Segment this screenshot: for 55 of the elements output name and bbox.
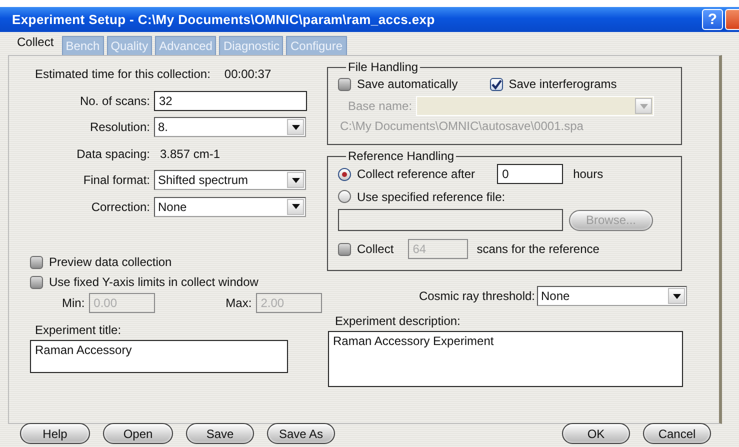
group-title: File Handling <box>347 60 420 74</box>
tab[interactable]: Collect <box>12 33 59 55</box>
field-label: Correction: <box>90 200 151 214</box>
caret-icon <box>292 178 300 183</box>
checkbox[interactable] <box>30 276 43 288</box>
caret-icon <box>292 124 300 130</box>
dialog-button[interactable]: Help <box>20 423 90 444</box>
caret-icon <box>292 204 300 210</box>
file-path: C:\My Documents\OMNIC\autosave\0001.spa <box>339 119 584 133</box>
radio-label: Collect reference after <box>357 167 476 181</box>
checkbox-label: Preview data collection <box>49 255 172 269</box>
input-field[interactable]: 32 <box>154 90 307 111</box>
field-label: scans for the reference <box>476 242 600 256</box>
checkbox[interactable] <box>490 78 503 90</box>
field-label: Min: <box>62 296 85 310</box>
estimate-label: Estimated time for this collection: <box>35 67 210 82</box>
dropdown[interactable]: None <box>537 286 687 306</box>
caret-icon <box>640 104 648 108</box>
checkbox-label: Save interferograms <box>508 77 617 91</box>
radio-button[interactable] <box>338 190 351 203</box>
field-label: Final format: <box>82 173 151 188</box>
field-label: Max: <box>226 296 252 310</box>
dialog-button[interactable]: Save <box>186 423 254 444</box>
unit-label: hours <box>573 167 604 181</box>
field-label: Cosmic ray threshold: <box>418 289 535 303</box>
dialog-button[interactable]: Cancel <box>643 423 711 444</box>
radio-button[interactable] <box>338 168 351 180</box>
checkbox-label: Save automatically <box>357 77 458 91</box>
field-label: Experiment title: <box>35 323 122 337</box>
dropdown[interactable]: Shifted spectrum <box>154 170 306 190</box>
checkbox-label: Use fixed Y-axis limits in collect window <box>49 275 258 289</box>
text-area[interactable]: Raman Accessory Experiment <box>328 331 683 387</box>
input-field[interactable]: 0 <box>497 164 564 184</box>
field-label: No. of scans: <box>78 94 151 108</box>
dialog-button[interactable]: OK <box>562 423 630 444</box>
estimate-value: 00:00:37 <box>224 67 272 82</box>
field-label: Data spacing: <box>76 146 151 161</box>
caret-icon <box>672 294 680 298</box>
help-button[interactable]: ? <box>702 9 723 30</box>
dialog-button[interactable]: Open <box>103 423 173 444</box>
field-value: 3.857 cm-1 <box>160 146 220 161</box>
close-button[interactable] <box>725 9 739 30</box>
group-title: Reference Handling <box>347 149 456 163</box>
dropdown[interactable]: None <box>154 196 306 217</box>
dialog-button[interactable]: Save As <box>267 423 335 444</box>
checkbox-label: Collect <box>357 242 394 256</box>
field-label: Base name: <box>348 99 412 113</box>
window-title: Experiment Setup - C:\My Documents\OMNIC\param\ram_accs.exp <box>12 12 436 27</box>
field-label: Experiment description: <box>335 314 462 328</box>
text-area[interactable]: Raman Accessory <box>30 340 288 373</box>
checkbox[interactable] <box>338 78 351 90</box>
checkbox[interactable] <box>30 256 43 268</box>
dropdown[interactable]: 8. <box>154 117 306 138</box>
radio-label: Use specified reference file: <box>357 190 506 204</box>
field-label: Resolution: <box>88 120 151 134</box>
